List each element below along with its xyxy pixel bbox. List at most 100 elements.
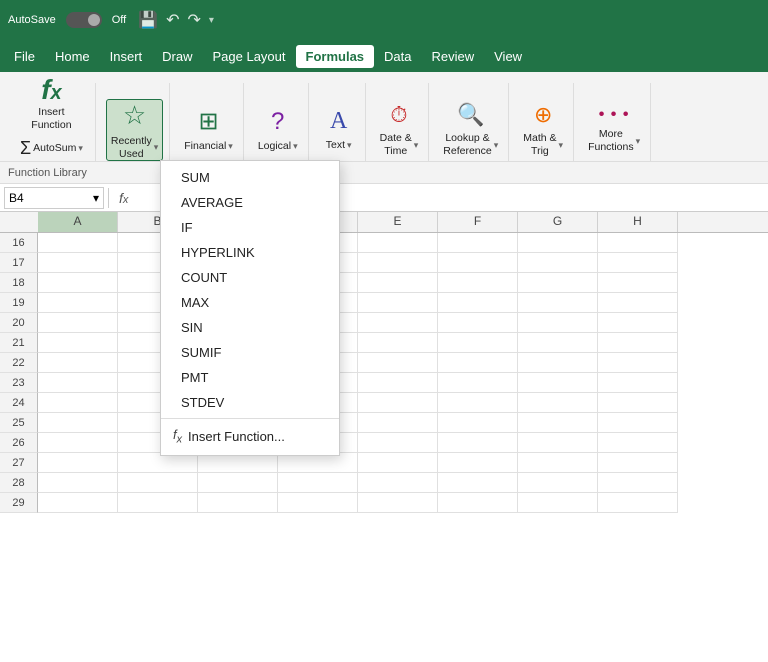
cell[interactable]: [278, 453, 358, 473]
cell[interactable]: [198, 473, 278, 493]
dropdown-item-sum[interactable]: SUM: [161, 165, 339, 190]
mathtrig-dropdown-arrow[interactable]: ▾: [559, 140, 564, 151]
cell[interactable]: [198, 453, 278, 473]
name-box[interactable]: B4 ▾: [4, 187, 104, 209]
cell[interactable]: [598, 373, 678, 393]
dropdown-item-if[interactable]: IF: [161, 215, 339, 240]
cell[interactable]: [438, 313, 518, 333]
cell[interactable]: [358, 293, 438, 313]
menu-review[interactable]: Review: [422, 45, 485, 68]
more-dropdown-arrow[interactable]: ▾: [636, 136, 641, 147]
cell[interactable]: [358, 473, 438, 493]
cell[interactable]: [278, 473, 358, 493]
more-functions-button[interactable]: • • • MoreFunctions ▾: [584, 99, 644, 161]
dropdown-item-hyperlink[interactable]: HYPERLINK: [161, 240, 339, 265]
cell[interactable]: [518, 293, 598, 313]
autosum-button[interactable]: Σ AutoSum ▾: [14, 135, 89, 161]
dropdown-item-stdev[interactable]: STDEV: [161, 390, 339, 415]
cell[interactable]: [438, 253, 518, 273]
cell[interactable]: [518, 433, 598, 453]
lookup-button[interactable]: 🔍 Lookup &Reference ▾: [439, 99, 502, 161]
cell[interactable]: [38, 253, 118, 273]
cell[interactable]: [518, 413, 598, 433]
cell[interactable]: [38, 333, 118, 353]
menu-home[interactable]: Home: [45, 45, 100, 68]
cell[interactable]: [358, 233, 438, 253]
cell[interactable]: [438, 333, 518, 353]
dropdown-item-count[interactable]: COUNT: [161, 265, 339, 290]
cell[interactable]: [358, 493, 438, 513]
cell[interactable]: [518, 333, 598, 353]
cell[interactable]: [38, 453, 118, 473]
cell[interactable]: [38, 353, 118, 373]
cell[interactable]: [38, 433, 118, 453]
cell[interactable]: [38, 293, 118, 313]
dropdown-item-average[interactable]: AVERAGE: [161, 190, 339, 215]
cell[interactable]: [118, 493, 198, 513]
autosave-toggle[interactable]: [66, 12, 102, 28]
dropdown-item-max[interactable]: MAX: [161, 290, 339, 315]
datetime-button[interactable]: ⏱ Date &Time ▾: [376, 99, 423, 161]
menu-page-layout[interactable]: Page Layout: [203, 45, 296, 68]
cell[interactable]: [38, 273, 118, 293]
name-box-dropdown-arrow[interactable]: ▾: [93, 191, 99, 205]
text-dropdown-arrow[interactable]: ▾: [347, 140, 352, 151]
redo-icon[interactable]: ↷: [188, 10, 201, 30]
menu-file[interactable]: File: [4, 45, 45, 68]
cell[interactable]: [38, 493, 118, 513]
financial-dropdown-arrow[interactable]: ▾: [228, 141, 233, 152]
logical-button[interactable]: ? Logical ▾: [254, 99, 302, 161]
cell[interactable]: [38, 233, 118, 253]
insert-function-button[interactable]: fx InsertFunction: [27, 73, 75, 133]
cell[interactable]: [438, 293, 518, 313]
cell[interactable]: [38, 313, 118, 333]
dropdown-insert-function[interactable]: fx Insert Function...: [161, 422, 339, 451]
recently-used-button[interactable]: ☆ RecentlyUsed ▾: [106, 99, 163, 161]
datetime-dropdown-arrow[interactable]: ▾: [414, 140, 419, 151]
cell[interactable]: [358, 433, 438, 453]
menu-draw[interactable]: Draw: [152, 45, 202, 68]
dropdown-item-sumif[interactable]: SUMIF: [161, 340, 339, 365]
save-icon[interactable]: 💾: [138, 10, 158, 30]
cell[interactable]: [278, 493, 358, 513]
cell[interactable]: [438, 233, 518, 253]
cell[interactable]: [598, 313, 678, 333]
dropdown-item-pmt[interactable]: PMT: [161, 365, 339, 390]
cell[interactable]: [358, 393, 438, 413]
menu-insert[interactable]: Insert: [100, 45, 153, 68]
cell[interactable]: [598, 253, 678, 273]
cell[interactable]: [358, 313, 438, 333]
financial-button[interactable]: ⊞ Financial ▾: [180, 99, 237, 161]
logical-dropdown-arrow[interactable]: ▾: [293, 141, 298, 152]
cell[interactable]: [598, 473, 678, 493]
cell[interactable]: [198, 493, 278, 513]
cell[interactable]: [518, 453, 598, 473]
cell[interactable]: [518, 313, 598, 333]
cell[interactable]: [518, 473, 598, 493]
cell[interactable]: [118, 453, 198, 473]
cell[interactable]: [438, 493, 518, 513]
cell[interactable]: [358, 273, 438, 293]
cell[interactable]: [598, 453, 678, 473]
cell[interactable]: [438, 353, 518, 373]
cell[interactable]: [38, 413, 118, 433]
cell[interactable]: [438, 273, 518, 293]
cell[interactable]: [598, 433, 678, 453]
text-button[interactable]: A Text ▾: [319, 99, 359, 161]
cell[interactable]: [518, 253, 598, 273]
cell[interactable]: [438, 413, 518, 433]
cell[interactable]: [438, 473, 518, 493]
cell[interactable]: [518, 273, 598, 293]
autosum-dropdown-arrow[interactable]: ▾: [78, 143, 83, 154]
cell[interactable]: [598, 413, 678, 433]
cell[interactable]: [438, 433, 518, 453]
cell[interactable]: [598, 273, 678, 293]
cell[interactable]: [358, 413, 438, 433]
dropdown-item-sin[interactable]: SIN: [161, 315, 339, 340]
menu-data[interactable]: Data: [374, 45, 421, 68]
cell[interactable]: [598, 293, 678, 313]
cell[interactable]: [598, 333, 678, 353]
cell[interactable]: [358, 453, 438, 473]
cell[interactable]: [598, 493, 678, 513]
cell[interactable]: [438, 373, 518, 393]
